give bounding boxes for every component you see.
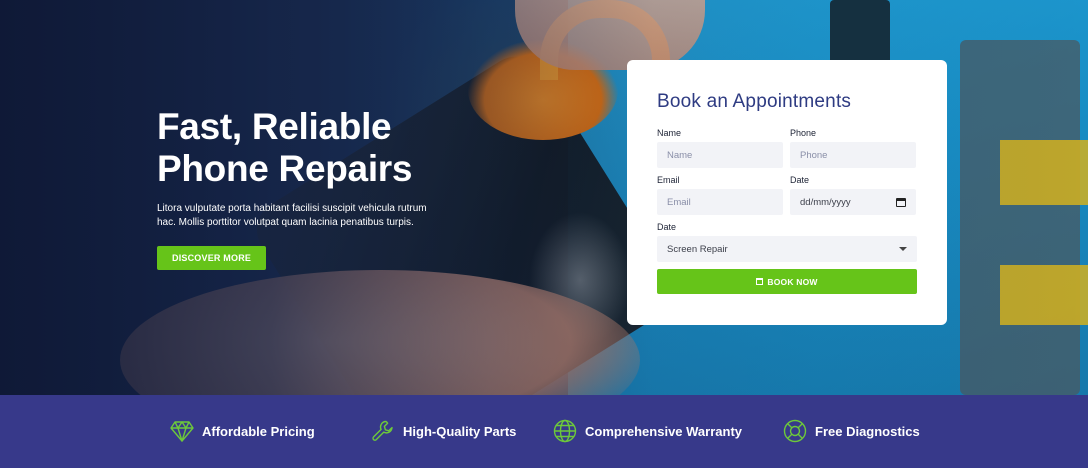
phone-placeholder: Phone	[800, 149, 828, 161]
name-label: Name	[657, 128, 682, 138]
lifebuoy-icon	[783, 419, 807, 443]
date-placeholder: dd/mm/yyyy	[800, 196, 851, 208]
book-now-button[interactable]: BOOK NOW	[657, 269, 917, 294]
feature-free-diagnostics: Free Diagnostics	[783, 419, 920, 443]
service-selected-value: Screen Repair	[667, 243, 728, 255]
feature-label: Free Diagnostics	[815, 423, 920, 439]
calendar-icon[interactable]	[896, 197, 906, 207]
feature-high-quality-parts: High-Quality Parts	[371, 419, 516, 443]
email-input[interactable]: Email	[657, 189, 783, 215]
calendar-icon	[756, 278, 764, 285]
book-now-label: BOOK NOW	[767, 276, 818, 287]
discover-more-button[interactable]: DISCOVER MORE	[157, 246, 267, 270]
feature-label: High-Quality Parts	[403, 423, 517, 439]
feature-comprehensive-warranty: Comprehensive Warranty	[553, 419, 742, 443]
features-bar: Affordable Pricing High-Quality Parts Co…	[0, 395, 1088, 468]
name-input[interactable]: Name	[657, 142, 783, 168]
feature-label: Comprehensive Warranty	[585, 423, 743, 439]
hero-title: Fast, Reliable Phone Repairs	[157, 106, 457, 190]
name-placeholder: Name	[667, 149, 693, 161]
service-label: Date	[657, 222, 677, 232]
globe-icon	[553, 419, 577, 443]
date-input[interactable]: dd/mm/yyyy	[790, 189, 916, 215]
hero-title-line1: Fast, Reliable	[157, 106, 392, 147]
phone-label: Phone	[790, 128, 817, 138]
feature-label: Affordable Pricing	[202, 423, 315, 439]
email-placeholder: Email	[667, 196, 691, 208]
phone-input[interactable]: Phone	[790, 142, 916, 168]
hero-content: Fast, Reliable Phone Repairs Litora vulp…	[157, 106, 457, 270]
booking-form: Book an Appointments Name Name Phone Pho…	[627, 60, 947, 325]
booking-title: Book an Appointments	[657, 91, 852, 112]
date-label: Date	[790, 175, 810, 185]
wrench-icon	[372, 420, 393, 441]
hero-title-line2: Phone Repairs	[157, 148, 413, 189]
hero-description: Litora vulputate porta habitant facilisi…	[157, 203, 427, 228]
diamond-icon	[170, 421, 194, 442]
service-select[interactable]: Screen Repair	[657, 236, 917, 262]
chevron-down-icon	[899, 247, 907, 251]
email-label: Email	[657, 175, 680, 185]
feature-affordable-pricing: Affordable Pricing	[170, 419, 315, 443]
